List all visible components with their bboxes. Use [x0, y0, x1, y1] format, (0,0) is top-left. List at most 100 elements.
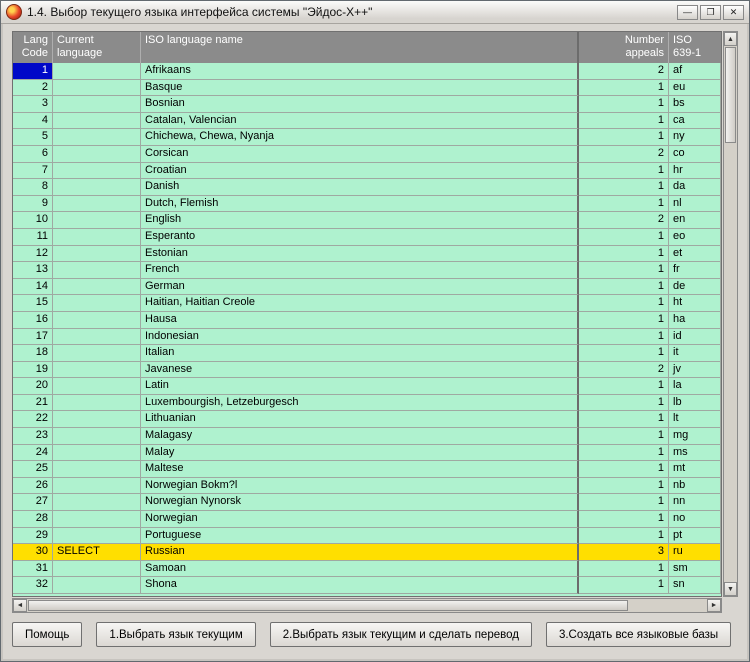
- cell-iso-language-name[interactable]: Catalan, Valencian: [141, 113, 579, 130]
- cell-lang-code[interactable]: 13: [13, 262, 53, 279]
- cell-iso-language-name[interactable]: Shona: [141, 577, 579, 594]
- cell-iso-language-name[interactable]: Esperanto: [141, 229, 579, 246]
- select-language-button[interactable]: 1.Выбрать язык текущим: [96, 622, 255, 647]
- cell-iso-language-name[interactable]: Portuguese: [141, 528, 579, 545]
- table-row[interactable]: 25Maltese1mt: [13, 461, 721, 478]
- cell-number-appeals[interactable]: 1: [579, 312, 669, 329]
- cell-number-appeals[interactable]: 1: [579, 80, 669, 97]
- cell-current-language[interactable]: [53, 428, 141, 445]
- table-row[interactable]: 6Corsican2co: [13, 146, 721, 163]
- cell-lang-code[interactable]: 1: [13, 63, 53, 80]
- cell-iso-language-name[interactable]: Italian: [141, 345, 579, 362]
- cell-lang-code[interactable]: 32: [13, 577, 53, 594]
- cell-current-language[interactable]: [53, 146, 141, 163]
- cell-iso-language-name[interactable]: Corsican: [141, 146, 579, 163]
- cell-lang-code[interactable]: 6: [13, 146, 53, 163]
- cell-lang-code[interactable]: 25: [13, 461, 53, 478]
- cell-current-language[interactable]: [53, 362, 141, 379]
- cell-current-language[interactable]: [53, 478, 141, 495]
- minimize-button[interactable]: —: [677, 5, 698, 20]
- table-row[interactable]: 17Indonesian1id: [13, 329, 721, 346]
- table-row[interactable]: 23 Malagasy1mg: [13, 428, 721, 445]
- cell-iso-639-1[interactable]: da: [669, 179, 721, 196]
- cell-iso-639-1[interactable]: mg: [669, 428, 721, 445]
- cell-lang-code[interactable]: 20: [13, 378, 53, 395]
- table-row[interactable]: 16 Hausa1ha: [13, 312, 721, 329]
- cell-iso-639-1[interactable]: nb: [669, 478, 721, 495]
- cell-number-appeals[interactable]: 1: [579, 395, 669, 412]
- cell-lang-code[interactable]: 19: [13, 362, 53, 379]
- cell-iso-639-1[interactable]: et: [669, 246, 721, 263]
- cell-iso-language-name[interactable]: English: [141, 212, 579, 229]
- table-row[interactable]: 24Malay1ms: [13, 445, 721, 462]
- cell-lang-code[interactable]: 11: [13, 229, 53, 246]
- scroll-up-icon[interactable]: ▲: [724, 32, 737, 46]
- cell-current-language[interactable]: [53, 212, 141, 229]
- cell-current-language[interactable]: [53, 80, 141, 97]
- cell-iso-language-name[interactable]: Hausa: [141, 312, 579, 329]
- cell-iso-language-name[interactable]: Malagasy: [141, 428, 579, 445]
- help-button[interactable]: Помощь: [12, 622, 82, 647]
- cell-iso-language-name[interactable]: French: [141, 262, 579, 279]
- table-row[interactable]: 2Basque1eu: [13, 80, 721, 97]
- cell-current-language[interactable]: [53, 113, 141, 130]
- cell-lang-code[interactable]: 10: [13, 212, 53, 229]
- cell-current-language[interactable]: [53, 395, 141, 412]
- table-row[interactable]: 12Estonian1et: [13, 246, 721, 263]
- table-row[interactable]: 26Norwegian Bokm?l1nb: [13, 478, 721, 495]
- cell-iso-language-name[interactable]: Bosnian: [141, 96, 579, 113]
- cell-current-language[interactable]: [53, 528, 141, 545]
- cell-current-language[interactable]: [53, 461, 141, 478]
- scroll-down-icon[interactable]: ▼: [724, 582, 737, 596]
- cell-lang-code[interactable]: 16: [13, 312, 53, 329]
- cell-iso-639-1[interactable]: lt: [669, 411, 721, 428]
- cell-number-appeals[interactable]: 3: [579, 544, 669, 561]
- cell-iso-639-1[interactable]: ha: [669, 312, 721, 329]
- cell-number-appeals[interactable]: 1: [579, 577, 669, 594]
- cell-lang-code[interactable]: 27: [13, 494, 53, 511]
- horizontal-scrollbar[interactable]: ◄ ►: [12, 598, 722, 613]
- cell-iso-639-1[interactable]: it: [669, 345, 721, 362]
- cell-iso-language-name[interactable]: Luxembourgish, Letzeburgesch: [141, 395, 579, 412]
- cell-iso-639-1[interactable]: hr: [669, 163, 721, 180]
- cell-number-appeals[interactable]: 1: [579, 196, 669, 213]
- cell-iso-639-1[interactable]: en: [669, 212, 721, 229]
- cell-iso-639-1[interactable]: pt: [669, 528, 721, 545]
- cell-lang-code[interactable]: 23: [13, 428, 53, 445]
- cell-iso-639-1[interactable]: lb: [669, 395, 721, 412]
- cell-iso-639-1[interactable]: bs: [669, 96, 721, 113]
- table-row[interactable]: 22Lithuanian1lt: [13, 411, 721, 428]
- cell-number-appeals[interactable]: 1: [579, 528, 669, 545]
- cell-number-appeals[interactable]: 1: [579, 329, 669, 346]
- cell-current-language[interactable]: [53, 494, 141, 511]
- cell-lang-code[interactable]: 4: [13, 113, 53, 130]
- cell-number-appeals[interactable]: 1: [579, 428, 669, 445]
- cell-iso-language-name[interactable]: Norwegian Bokm?l: [141, 478, 579, 495]
- cell-number-appeals[interactable]: 1: [579, 229, 669, 246]
- cell-iso-639-1[interactable]: jv: [669, 362, 721, 379]
- cell-iso-639-1[interactable]: co: [669, 146, 721, 163]
- cell-iso-639-1[interactable]: sn: [669, 577, 721, 594]
- cell-iso-language-name[interactable]: Russian: [141, 544, 579, 561]
- table-row[interactable]: 7Croatian1hr: [13, 163, 721, 180]
- table-row[interactable]: 14German1de: [13, 279, 721, 296]
- create-language-bases-button[interactable]: 3.Создать все языковые базы: [546, 622, 731, 647]
- table-row[interactable]: 30SELECTRussian3ru: [13, 544, 721, 561]
- table-row[interactable]: 11Esperanto1eo: [13, 229, 721, 246]
- scroll-left-icon[interactable]: ◄: [13, 599, 27, 612]
- cell-number-appeals[interactable]: 1: [579, 246, 669, 263]
- cell-iso-language-name[interactable]: Croatian: [141, 163, 579, 180]
- table-row[interactable]: 20Latin1la: [13, 378, 721, 395]
- cell-lang-code[interactable]: 5: [13, 129, 53, 146]
- cell-number-appeals[interactable]: 1: [579, 511, 669, 528]
- select-and-translate-button[interactable]: 2.Выбрать язык текущим и сделать перевод: [270, 622, 532, 647]
- cell-iso-639-1[interactable]: ca: [669, 113, 721, 130]
- cell-current-language[interactable]: [53, 96, 141, 113]
- cell-lang-code[interactable]: 31: [13, 561, 53, 578]
- cell-current-language[interactable]: [53, 262, 141, 279]
- cell-number-appeals[interactable]: 2: [579, 212, 669, 229]
- cell-number-appeals[interactable]: 1: [579, 113, 669, 130]
- vertical-scrollbar-track[interactable]: [724, 144, 737, 582]
- vertical-scrollbar-thumb[interactable]: [725, 47, 736, 143]
- cell-iso-639-1[interactable]: nl: [669, 196, 721, 213]
